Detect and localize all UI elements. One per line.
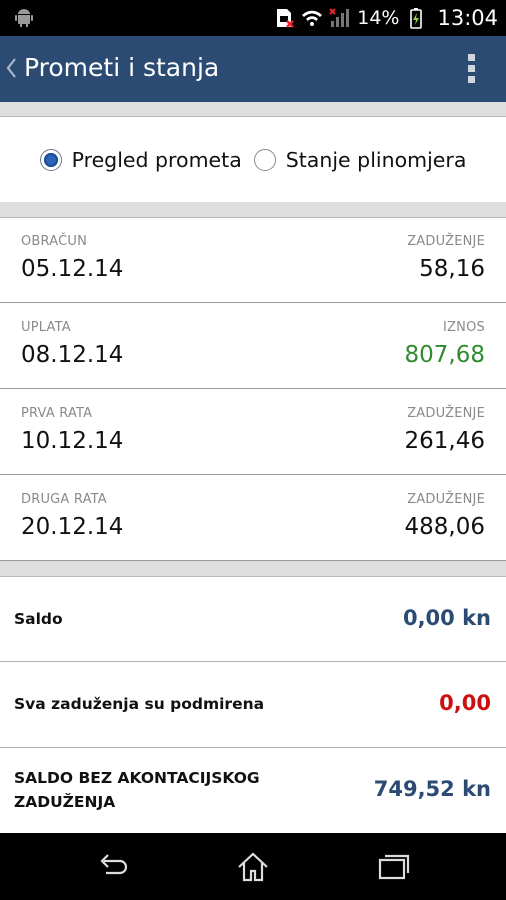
- transaction-date: 20.12.14: [21, 514, 124, 540]
- saldo-bez-label-line2: ZADUŽENJA: [14, 793, 116, 811]
- transaction-type: PRVA RATA: [21, 406, 93, 421]
- transaction-type: DRUGA RATA: [21, 492, 107, 507]
- divider: [0, 102, 506, 117]
- radio-label: Stanje plinomjera: [285, 147, 467, 172]
- navigation-bar: [0, 833, 506, 900]
- saldo-value: 0,00 kn: [402, 606, 491, 630]
- home-icon[interactable]: [235, 850, 271, 884]
- transaction-date: 10.12.14: [21, 428, 124, 454]
- amount-label: IZNOS: [443, 320, 485, 335]
- transaction-amount: 807,68: [404, 342, 485, 368]
- amount-label: ZADUŽENJE: [407, 492, 485, 507]
- status-bar: 14% 13:04: [0, 0, 506, 36]
- debts-status-row: Sva zaduženja su podmirena 0,00: [0, 662, 506, 748]
- saldo-label: Saldo: [14, 610, 63, 628]
- transaction-type: OBRAČUN: [21, 234, 88, 249]
- radio-label: Pregled prometa: [71, 147, 242, 172]
- radio-unselected-indicator[interactable]: [253, 148, 276, 171]
- transaction-amount: 58,16: [419, 256, 485, 282]
- transaction-date: 05.12.14: [21, 256, 124, 282]
- android-icon: [15, 9, 33, 27]
- transaction-type: UPLATA: [21, 320, 71, 335]
- signal-icon: [329, 8, 350, 27]
- recent-apps-icon[interactable]: [376, 850, 412, 884]
- saldo-row: Saldo 0,00 kn: [0, 577, 506, 662]
- debts-status-label: Sva zaduženja su podmirena: [14, 695, 265, 713]
- transaction-date: 08.12.14: [21, 342, 124, 368]
- chevron-left-icon[interactable]: [4, 56, 18, 80]
- saldo-bez-value: 749,52 kn: [373, 777, 491, 801]
- wifi-icon: [302, 10, 323, 26]
- amount-label: ZADUŽENJE: [407, 234, 485, 249]
- battery-percent: 14%: [357, 7, 400, 29]
- transaction-row[interactable]: UPLATA IZNOS 08.12.14 807,68: [0, 304, 506, 389]
- action-bar: Prometi i stanja: [0, 36, 506, 102]
- overflow-menu-icon[interactable]: [466, 54, 476, 84]
- radio-pregled-prometa[interactable]: Pregled prometa: [39, 147, 242, 172]
- sim-error-icon: [277, 9, 295, 28]
- clock: 13:04: [437, 6, 498, 30]
- page-title[interactable]: Prometi i stanja: [24, 53, 219, 82]
- divider: [0, 561, 506, 577]
- transaction-amount: 488,06: [404, 514, 485, 540]
- radio-stanje-plinomjera[interactable]: Stanje plinomjera: [253, 147, 467, 172]
- saldo-bez-label-line1: SALDO BEZ AKONTACIJSKOG: [14, 769, 260, 787]
- transaction-row[interactable]: OBRAČUN ZADUŽENJE 05.12.14 58,16: [0, 218, 506, 303]
- divider: [0, 202, 506, 218]
- battery-charging-icon: [410, 8, 423, 29]
- transaction-row[interactable]: DRUGA RATA ZADUŽENJE 20.12.14 488,06: [0, 476, 506, 561]
- debts-value: 0,00: [439, 691, 491, 715]
- view-option-group: Pregled prometa Stanje plinomjera: [0, 117, 506, 202]
- back-icon[interactable]: [94, 850, 130, 884]
- transaction-row[interactable]: PRVA RATA ZADUŽENJE 10.12.14 261,46: [0, 390, 506, 475]
- transaction-amount: 261,46: [404, 428, 485, 454]
- saldo-bez-akontacije-row: SALDO BEZ AKONTACIJSKOG ZADUŽENJA 749,52…: [0, 748, 506, 833]
- radio-selected-indicator[interactable]: [39, 148, 62, 171]
- amount-label: ZADUŽENJE: [407, 406, 485, 421]
